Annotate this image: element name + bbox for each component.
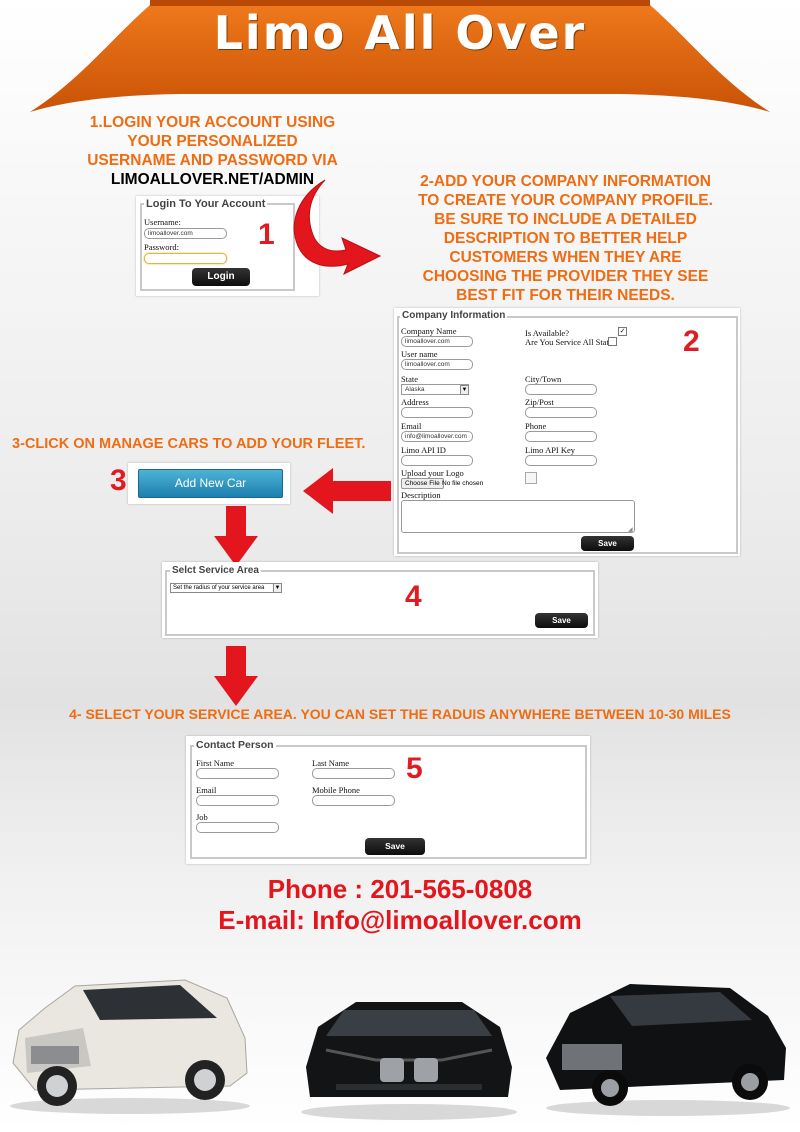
step2-line: DESCRIPTION TO BETTER HELP xyxy=(443,230,688,247)
left-arrow-icon xyxy=(303,468,391,514)
add-new-car-button[interactable]: Add New Car xyxy=(138,469,283,498)
job-label: Job xyxy=(196,812,208,822)
step2-line: TO CREATE YOUR COMPANY PROFILE. xyxy=(418,192,713,209)
limo-api-key-input[interactable] xyxy=(525,455,597,466)
contact-email-input[interactable] xyxy=(196,795,279,806)
step2-line: BEST FIT FOR THEIR NEEDS. xyxy=(456,287,675,304)
email-input[interactable]: info@limoallover.com xyxy=(401,431,473,442)
step1-number: 1 xyxy=(258,218,275,251)
email-label: Email xyxy=(401,421,422,431)
step1-line: YOUR PERSONALIZED xyxy=(127,133,298,150)
curved-arrow-icon xyxy=(293,179,382,276)
description-textarea[interactable] xyxy=(401,500,635,533)
first-name-input[interactable] xyxy=(196,768,279,779)
email-text: E-mail: Info@limoallover.com xyxy=(218,905,582,935)
mobile-phone-input[interactable] xyxy=(312,795,395,806)
step2-line: BE SURE TO INCLUDE A DETAILED xyxy=(434,211,697,228)
service-area-panel: Selct Service Area Set the radius of you… xyxy=(162,562,598,638)
all-state-checkbox[interactable] xyxy=(608,337,617,346)
description-label: Description xyxy=(401,490,441,500)
service-save-button[interactable]: Save xyxy=(535,613,588,628)
address-input[interactable] xyxy=(401,407,473,418)
company-name-input[interactable]: limoallover.com xyxy=(401,336,473,347)
contact-person-panel: Contact Person First Name Last Name Emai… xyxy=(186,736,590,864)
step5-number: 5 xyxy=(406,752,423,785)
phone-label: Phone xyxy=(525,421,547,431)
company-save-button[interactable]: Save xyxy=(581,536,634,551)
select-caret-icon[interactable]: ▼ xyxy=(460,385,469,395)
step2-line: CHOOSING THE PROVIDER THEY SEE xyxy=(422,268,709,285)
user-name-input[interactable]: limoallover.com xyxy=(401,359,473,370)
choose-file-button[interactable]: Choose File xyxy=(401,478,444,489)
contact-email-label: Email xyxy=(196,785,217,795)
service-area-fieldset xyxy=(165,570,595,636)
contact-save-button[interactable]: Save xyxy=(365,838,425,855)
step2-instructions: 2-ADD YOUR COMPANY INFORMATION TO CREATE… xyxy=(393,172,738,305)
step1-line: 1.LOGIN YOUR ACCOUNT USING xyxy=(89,114,336,131)
username-label: Username: xyxy=(144,217,181,227)
login-button[interactable]: Login xyxy=(192,268,250,286)
step2-line: CUSTOMERS WHEN THEY ARE xyxy=(449,249,682,266)
sedan-front-car-image xyxy=(301,1002,517,1120)
step3-number: 3 xyxy=(110,464,127,497)
down-arrow-icon xyxy=(214,506,258,566)
city-label: City/Town xyxy=(525,374,562,384)
first-name-label: First Name xyxy=(196,758,235,768)
state-select-value: Alaska xyxy=(405,386,425,393)
state-label: State xyxy=(401,374,418,384)
company-name-label: Company Name xyxy=(401,326,457,336)
step4-number: 4 xyxy=(405,580,422,613)
password-input[interactable] xyxy=(144,253,227,264)
password-label: Password: xyxy=(144,242,179,252)
is-available-checkbox[interactable]: ✓ xyxy=(618,327,627,336)
step1-line: USERNAME AND PASSWORD VIA xyxy=(87,152,338,169)
limo-api-id-input[interactable] xyxy=(401,455,473,466)
down-arrow-icon xyxy=(214,646,258,706)
last-name-input[interactable] xyxy=(312,768,395,779)
username-input[interactable]: limoallover.com xyxy=(144,228,227,239)
company-legend: Company Information xyxy=(400,310,508,321)
service-radius-select-value: Set the radius of your service area xyxy=(173,585,265,591)
limo-api-key-label: Limo API Key xyxy=(525,445,576,455)
step2-number: 2 xyxy=(683,325,700,358)
suv-car-image xyxy=(10,979,250,1114)
user-name-label: User name xyxy=(401,349,438,359)
mobile-phone-label: Mobile Phone xyxy=(312,785,360,795)
zip-label: Zip/Post xyxy=(525,397,554,407)
all-state-label: Are You Service All State? xyxy=(525,337,617,347)
no-file-text: No file chosen xyxy=(442,480,484,487)
last-name-label: Last Name xyxy=(312,758,350,768)
address-label: Address xyxy=(401,397,429,407)
phone-text: Phone : 201-565-0808 xyxy=(267,874,533,904)
login-legend: Login To Your Account xyxy=(144,198,268,210)
step2-line: 2-ADD YOUR COMPANY INFORMATION xyxy=(420,173,711,190)
phone-input[interactable] xyxy=(525,431,597,442)
zip-input[interactable] xyxy=(525,407,597,418)
step3-instructions: 3-CLICK ON MANAGE CARS TO ADD YOUR FLEET… xyxy=(12,436,366,452)
town-car-image xyxy=(546,984,790,1116)
logo-preview-box xyxy=(525,472,537,484)
select-caret-icon[interactable]: ▼ xyxy=(273,583,282,593)
resize-grip-icon[interactable]: ◢ xyxy=(628,526,633,533)
page-title: Limo All Over xyxy=(213,6,587,60)
step4-instructions: 4- SELECT YOUR SERVICE AREA. YOU CAN SET… xyxy=(69,706,731,722)
job-input[interactable] xyxy=(196,822,279,833)
add-car-panel: Add New Car xyxy=(128,463,290,504)
service-area-legend: Selct Service Area xyxy=(170,565,261,576)
state-select[interactable]: Alaska xyxy=(401,384,469,395)
upload-logo-label: Upload your Logo xyxy=(401,468,464,478)
service-radius-select[interactable]: Set the radius of your service area xyxy=(170,583,279,593)
limo-api-id-label: Limo API ID xyxy=(401,445,446,455)
contact-legend: Contact Person xyxy=(194,739,276,751)
city-input[interactable] xyxy=(525,384,597,395)
